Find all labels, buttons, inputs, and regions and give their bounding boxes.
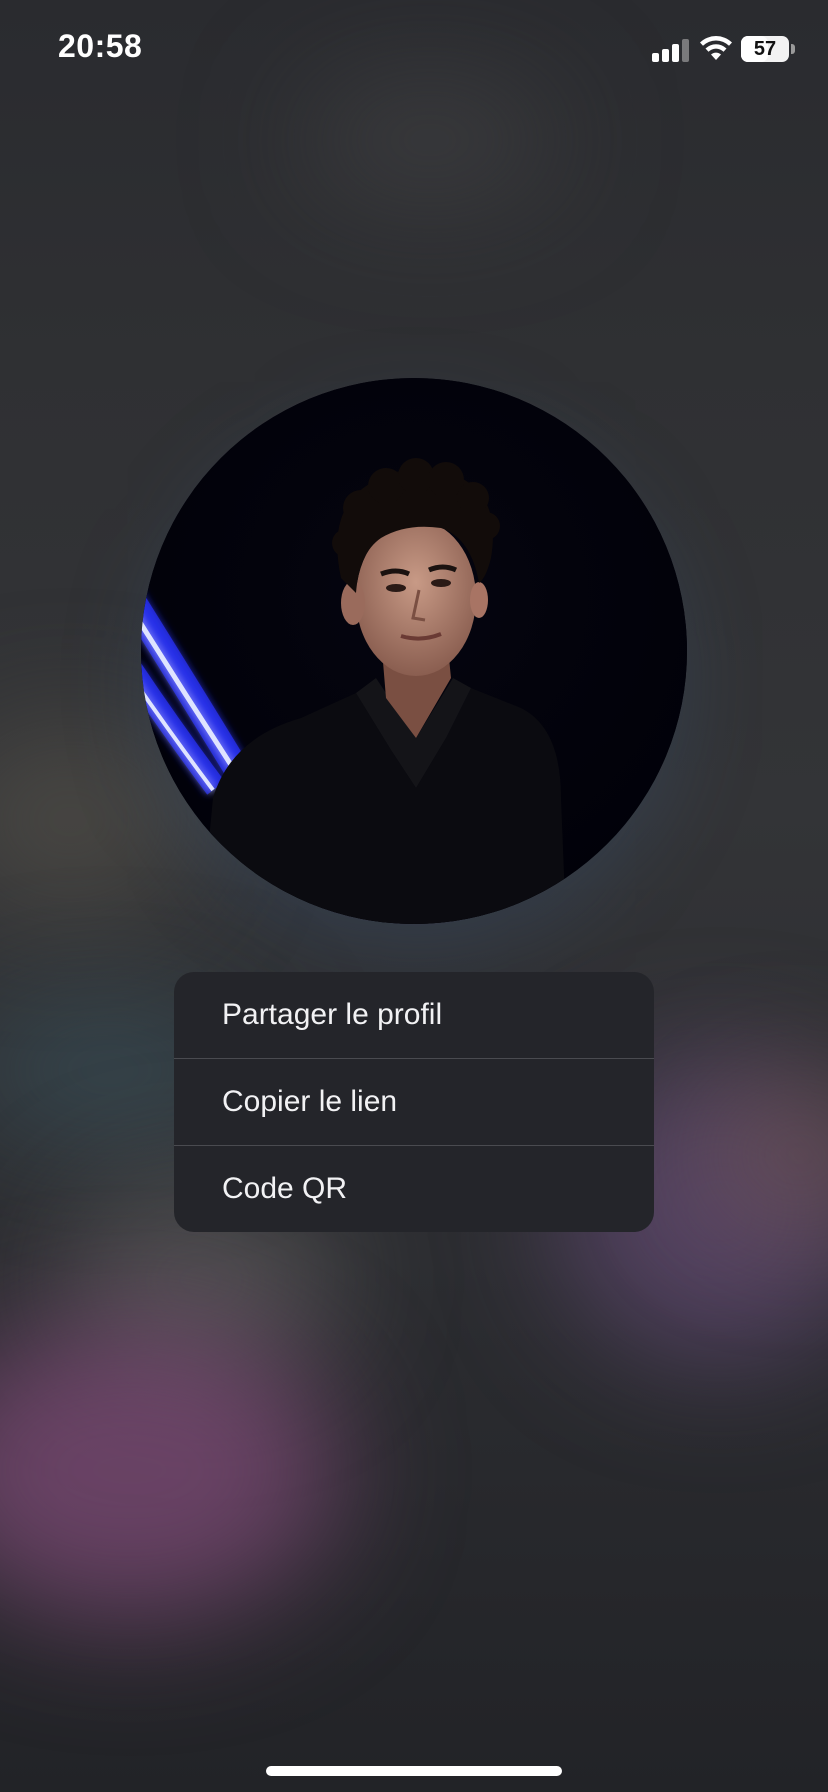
status-time: 20:58 <box>58 28 143 64</box>
battery-cap <box>791 44 795 54</box>
background-blur <box>0 1320 340 1620</box>
signal-icon <box>652 38 690 62</box>
menu-item-label: Code QR <box>222 1172 348 1205</box>
home-indicator[interactable] <box>266 1766 562 1776</box>
menu-item-label: Partager le profil <box>222 998 443 1031</box>
profile-photo[interactable] <box>141 378 687 924</box>
profile-photo-image <box>141 378 687 924</box>
qr-code-menu-item[interactable]: Code QR <box>174 1146 654 1232</box>
screen: 20:58 57 Partager le profil Copier le li… <box>0 0 828 1792</box>
status-bar: 20:58 57 <box>0 0 828 100</box>
context-menu: Partager le profil Copier le lien Code Q… <box>174 972 654 1232</box>
copy-link-menu-item[interactable]: Copier le lien <box>174 1059 654 1145</box>
share-profile-menu-item[interactable]: Partager le profil <box>174 972 654 1058</box>
wifi-icon <box>700 36 732 60</box>
menu-item-label: Copier le lien <box>222 1085 398 1118</box>
battery-icon: 57 <box>741 36 789 62</box>
battery-percentage: 57 <box>753 38 777 60</box>
